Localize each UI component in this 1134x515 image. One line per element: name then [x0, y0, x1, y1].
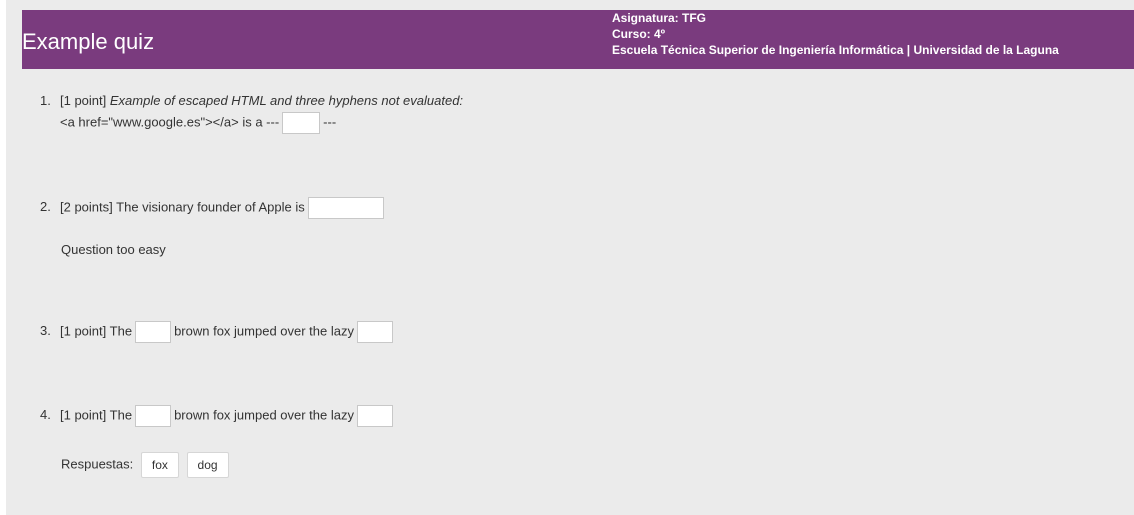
question-text-middle: brown fox jumped over the lazy: [174, 323, 354, 339]
answers-row: Respuestas: fox dog: [61, 452, 229, 478]
course-label: Curso: 4º: [612, 27, 666, 41]
question-text-before: <a href="www.google.es"></a> is a ---: [60, 114, 280, 130]
school-label: Escuela Técnica Superior de Ingeniería I…: [612, 43, 1059, 57]
question-number: 1.: [40, 93, 51, 108]
question-number: 4.: [40, 407, 51, 423]
question-text: Example of escaped HTML and three hyphen…: [109, 93, 464, 108]
question-text-after: ---: [323, 114, 337, 130]
question-text: The visionary founder of Apple is: [116, 199, 305, 215]
question-points: [1 point]: [60, 323, 107, 339]
question-2-feedback: Question too easy: [61, 242, 166, 257]
question-4: 4. [1 point] The brown fox jumped over the…: [40, 405, 396, 427]
page-background: [6, 0, 1134, 515]
answer-blank-1[interactable]: [135, 321, 172, 343]
question-text-before: The: [109, 323, 133, 339]
question-number: 2.: [40, 199, 51, 215]
answer-blank-1[interactable]: [135, 405, 172, 427]
answer-blank-1[interactable]: [282, 112, 321, 134]
question-1: 1. [1 point] Example of escaped HTML and …: [40, 92, 464, 134]
answers-label: Respuestas:: [61, 456, 134, 472]
question-points: [1 point]: [60, 407, 107, 423]
question-points: [1 point]: [60, 93, 107, 108]
answer-blank-2[interactable]: [357, 405, 393, 427]
subject-label: Asignatura: TFG: [612, 11, 707, 25]
quiz-title: Example quiz: [22, 29, 155, 54]
question-text-middle: brown fox jumped over the lazy: [174, 407, 354, 423]
question-number: 3.: [40, 323, 51, 339]
answer-blank-2[interactable]: [357, 321, 393, 343]
question-points: [2 points]: [60, 199, 113, 215]
quiz-header: Example quiz Asignatura: TFG Curso: 4º E…: [22, 10, 1134, 69]
question-text-before: The: [109, 407, 133, 423]
answer-fox-button[interactable]: fox: [140, 452, 179, 478]
question-3: 3. [1 point] The brown fox jumped over the…: [40, 321, 396, 343]
course-info: Asignatura: TFG Curso: 4º Escuela Técnic…: [612, 11, 1059, 59]
answer-blank-1[interactable]: [307, 197, 384, 219]
question-2: 2. [2 points] The visionary founder of Ap…: [40, 197, 387, 219]
answer-dog-button[interactable]: dog: [186, 452, 229, 478]
question-1-line2: <a href="www.google.es"></a> is a --- ---: [60, 112, 336, 134]
